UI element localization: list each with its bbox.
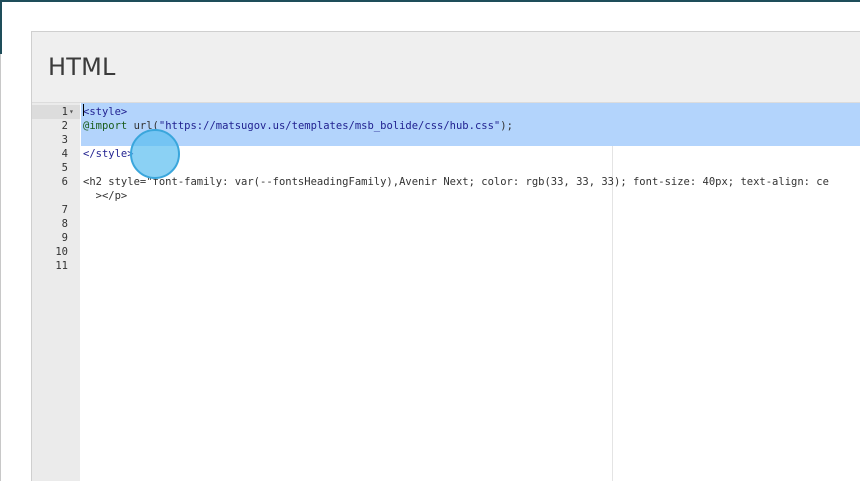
window-top-border	[0, 0, 860, 2]
line-number: 10	[55, 246, 68, 258]
code-token: </style>	[83, 148, 134, 160]
code-token: <style>	[83, 106, 128, 118]
panel-title: HTML	[48, 53, 116, 81]
fold-toggle-icon[interactable]: ▾	[69, 105, 79, 119]
code-line[interactable]: 11	[32, 259, 860, 273]
line-number: 8	[61, 218, 68, 230]
code-line[interactable]: 7	[32, 203, 860, 217]
code-text: </style>	[83, 147, 134, 161]
window-left-accent	[0, 0, 2, 54]
line-number: 3	[61, 134, 68, 146]
window-left-border	[0, 54, 1, 481]
code-text: ></p>	[83, 189, 128, 203]
line-number: 11	[55, 260, 68, 272]
line-number: 9	[61, 232, 68, 244]
code-line[interactable]: 1 ▾ <style>	[32, 105, 860, 119]
code-line[interactable]: 9	[32, 231, 860, 245]
code-text: <h2 style="font-family: var(--fontsHeadi…	[83, 175, 829, 189]
line-number: 4	[61, 148, 68, 160]
code-line[interactable]: 10	[32, 245, 860, 259]
code-line[interactable]: 8	[32, 217, 860, 231]
line-number	[32, 189, 80, 203]
code-text: <style>	[83, 105, 127, 119]
panel-header: HTML	[32, 32, 860, 103]
touch-indicator-icon	[130, 129, 180, 179]
line-number: 7	[61, 204, 68, 216]
line-number: 6	[61, 176, 68, 188]
code-line[interactable]: ></p>	[32, 189, 860, 203]
code-token: <h2 style="font-family: var(--fontsHeadi…	[83, 176, 829, 188]
html-editor-panel: HTML 1 ▾ <style> 2 @import url("https://mats…	[31, 31, 860, 481]
code-token: ></p>	[83, 190, 128, 202]
code-token: "https://matsugov.us/templates/msb_bolid…	[158, 120, 501, 132]
line-number: 5	[61, 162, 68, 174]
code-token: );	[500, 120, 513, 132]
text-cursor	[83, 104, 84, 116]
code-token: @import	[83, 120, 128, 132]
line-number: 2	[61, 120, 68, 132]
